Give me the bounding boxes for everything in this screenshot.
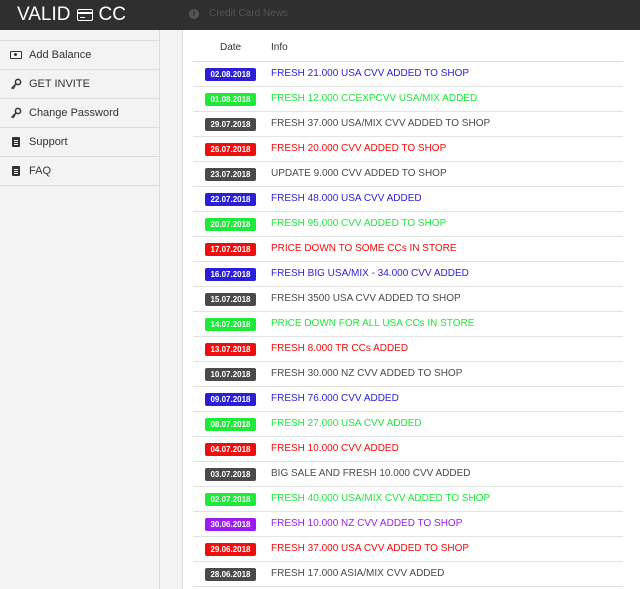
table-row: 15.07.2018 FRESH 3500 USA CVV ADDED TO SH… [193,287,623,312]
table-header: Date Info [193,30,623,62]
news-table-body: 02.08.2018 FRESH 21.000 USA CVV ADDED TO … [193,62,623,587]
brand-logo[interactable]: VALID CC [17,4,126,26]
news-info: FRESH 12.000 CCEXPCVV USA/MIX ADDED [271,93,478,104]
table-row: 30.06.2018 FRESH 10.000 NZ CVV ADDED TO S… [193,512,623,537]
sidebar-item-label: GET INVITE [29,78,90,90]
news-info: FRESH 20.000 CVV ADDED TO SHOP [271,143,447,154]
breadcrumb-title: Credit Card News [209,8,288,19]
top-bar: VALID CC i Credit Card News [0,0,640,30]
table-row: 29.07.2018 FRESH 37.000 USA/MIX CVV ADDED… [193,112,623,137]
column-header-date: Date [220,42,242,53]
table-row: 04.07.2018 FRESH 10.000 CVV ADDED [193,437,623,462]
news-info: FRESH 17.000 ASIA/MIX CVV ADDED [271,568,445,579]
news-info: FRESH 37.000 USA/MIX CVV ADDED TO SHOP [271,118,491,129]
table-row: 20.07.2018 FRESH 95.000 CVV ADDED TO SHOP [193,212,623,237]
brand-text-right: CC [98,4,126,25]
table-row: 03.07.2018 BIG SALE AND FRESH 10.000 CVV … [193,462,623,487]
date-badge: 08.07.2018 [205,418,256,431]
sidebar-item-label: Support [29,136,68,148]
date-badge: 01.08.2018 [205,93,256,106]
key-icon [10,78,22,90]
date-badge: 23.07.2018 [205,168,256,181]
news-info: FRESH 21.000 USA CVV ADDED TO SHOP [271,68,470,79]
date-badge: 20.07.2018 [205,218,256,231]
news-info: PRICE DOWN FOR ALL USA CCs IN STORE [271,318,475,329]
news-info: FRESH 40.000 USA/MIX CVV ADDED TO SHOP [271,493,491,504]
breadcrumb: i Credit Card News [189,8,288,19]
info-icon: i [189,8,199,19]
brand-text-left: VALID [17,4,71,25]
date-badge: 16.07.2018 [205,268,256,281]
table-row: 26.07.2018 FRESH 20.000 CVV ADDED TO SHOP [193,137,623,162]
date-badge: 02.07.2018 [205,493,256,506]
news-info: FRESH 48.000 USA CVV ADDED [271,193,422,204]
document-icon [10,136,22,148]
sidebar-item-support[interactable]: Support [0,128,159,157]
news-info: BIG SALE AND FRESH 10.000 CVV ADDED [271,468,471,479]
date-badge: 03.07.2018 [205,468,256,481]
sidebar-item-faq[interactable]: FAQ [0,157,159,186]
table-row: 08.07.2018 FRESH 27.000 USA CVV ADDED [193,412,623,437]
date-badge: 13.07.2018 [205,343,256,356]
news-panel: Date Info 02.08.2018 FRESH 21.000 USA CVV… [182,30,640,589]
main-content: Date Info 02.08.2018 FRESH 21.000 USA CVV… [160,30,640,589]
news-info: FRESH 30.000 NZ CVV ADDED TO SHOP [271,368,463,379]
table-row: 02.08.2018 FRESH 21.000 USA CVV ADDED TO … [193,62,623,87]
table-row: 13.07.2018 FRESH 8.000 TR CCs ADDED [193,337,623,362]
date-badge: 10.07.2018 [205,368,256,381]
table-row: 16.07.2018 FRESH BIG USA/MIX - 34.000 CVV… [193,262,623,287]
news-info: PRICE DOWN TO SOME CCs IN STORE [271,243,457,254]
table-row: 14.07.2018 PRICE DOWN FOR ALL USA CCs IN … [193,312,623,337]
sidebar-item-label: FAQ [29,165,52,177]
money-icon [10,49,22,61]
sidebar-item-add-balance[interactable]: Add Balance [0,41,159,70]
table-row: 28.06.2018 FRESH 17.000 ASIA/MIX CVV ADDE… [193,562,623,587]
column-header-info: Info [271,42,288,53]
date-badge: 22.07.2018 [205,193,256,206]
date-badge: 29.07.2018 [205,118,256,131]
date-badge: 17.07.2018 [205,243,256,256]
table-row: 10.07.2018 FRESH 30.000 NZ CVV ADDED TO S… [193,362,623,387]
news-info: FRESH 27.000 USA CVV ADDED [271,418,422,429]
news-info: FRESH 10.000 NZ CVV ADDED TO SHOP [271,518,463,529]
date-badge: 09.07.2018 [205,393,256,406]
sidebar-item-hidden [0,30,159,41]
news-info: FRESH 95.000 CVV ADDED TO SHOP [271,218,447,229]
date-badge: 04.07.2018 [205,443,256,456]
table-row: 29.06.2018 FRESH 37.000 USA CVV ADDED TO … [193,537,623,562]
date-badge: 26.07.2018 [205,143,256,156]
sidebar-item-get-invite[interactable]: GET INVITE [0,70,159,99]
table-row: 02.07.2018 FRESH 40.000 USA/MIX CVV ADDED… [193,487,623,512]
credit-card-icon [76,9,93,21]
date-badge: 14.07.2018 [205,318,256,331]
sidebar: Add Balance GET INVITE Change Password S… [0,30,160,589]
date-badge: 02.08.2018 [205,68,256,81]
news-info: FRESH BIG USA/MIX - 34.000 CVV ADDED [271,268,469,279]
date-badge: 30.06.2018 [205,518,256,531]
sidebar-item-change-password[interactable]: Change Password [0,99,159,128]
document-icon [10,165,22,177]
table-row: 01.08.2018 FRESH 12.000 CCEXPCVV USA/MIX … [193,87,623,112]
date-badge: 28.06.2018 [205,568,256,581]
table-row: 17.07.2018 PRICE DOWN TO SOME CCs IN STOR… [193,237,623,262]
news-info: UPDATE 9.000 CVV ADDED TO SHOP [271,168,447,179]
table-row: 22.07.2018 FRESH 48.000 USA CVV ADDED [193,187,623,212]
key-icon [10,107,22,119]
news-info: FRESH 37.000 USA CVV ADDED TO SHOP [271,543,470,554]
sidebar-item-label: Change Password [29,107,119,119]
table-row: 09.07.2018 FRESH 76.000 CVV ADDED [193,387,623,412]
date-badge: 15.07.2018 [205,293,256,306]
news-info: FRESH 76.000 CVV ADDED [271,393,399,404]
table-row: 23.07.2018 UPDATE 9.000 CVV ADDED TO SHOP [193,162,623,187]
sidebar-item-label: Add Balance [29,49,92,61]
news-info: FRESH 10.000 CVV ADDED [271,443,399,454]
news-info: FRESH 8.000 TR CCs ADDED [271,343,409,354]
date-badge: 29.06.2018 [205,543,256,556]
news-info: FRESH 3500 USA CVV ADDED TO SHOP [271,293,461,304]
